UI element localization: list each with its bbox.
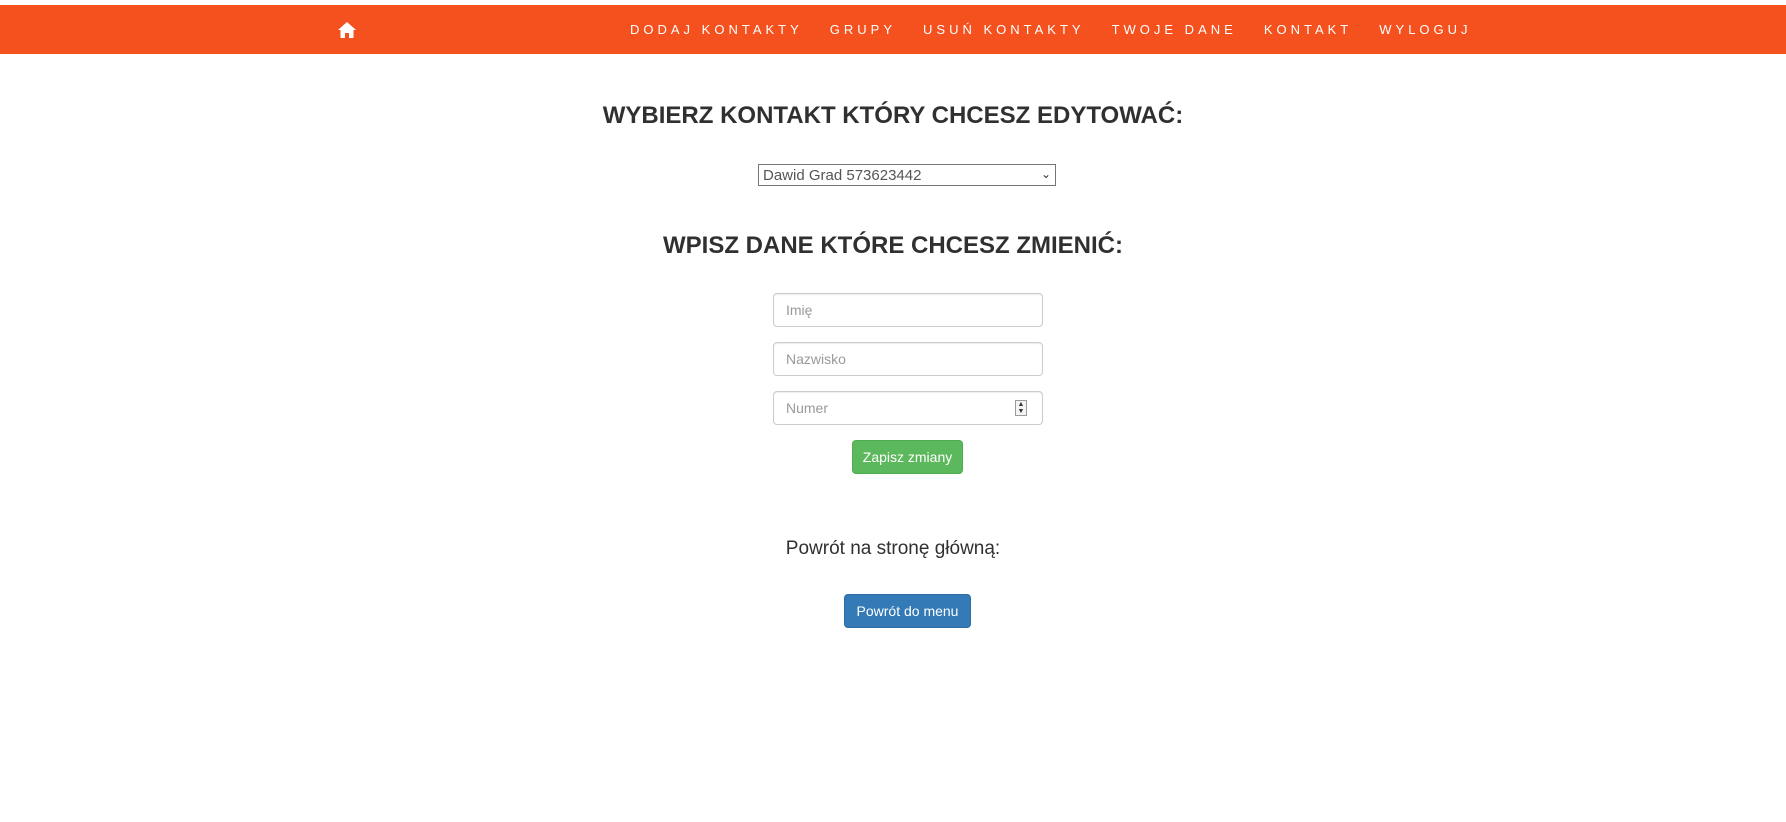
number-field[interactable] [773, 391, 1043, 425]
nav-item-grupy[interactable]: Grupy [830, 22, 896, 37]
contact-select[interactable]: Dawid Grad 573623442 ⌄ [758, 164, 1056, 186]
navbar: Dodaj kontakty Grupy Usuń kontakty Twoje… [0, 5, 1786, 54]
last-name-field[interactable] [773, 342, 1043, 376]
stepper-up-icon[interactable]: ▲ [1018, 401, 1025, 408]
nav-item-usun-kontakty[interactable]: Usuń kontakty [923, 22, 1085, 37]
nav-item-twoje-dane[interactable]: Twoje dane [1112, 22, 1237, 37]
number-stepper[interactable]: ▲ ▼ [1015, 400, 1027, 416]
back-to-home-label: Powrót na stronę główną: [785, 538, 1001, 559]
nav-menu: Dodaj kontakty Grupy Usuń kontakty Twoje… [630, 5, 1472, 54]
home-icon [338, 22, 356, 38]
select-contact-title: WYBIERZ KONTAKT KTÓRY CHCESZ EDYTOWAĆ: [602, 102, 1184, 129]
contact-select-value: Dawid Grad 573623442 [763, 166, 922, 184]
chevron-down-icon: ⌄ [1040, 167, 1051, 181]
nav-item-dodaj-kontakty[interactable]: Dodaj kontakty [630, 22, 803, 37]
stepper-down-icon[interactable]: ▼ [1018, 408, 1025, 415]
nav-item-kontakt[interactable]: Kontakt [1264, 22, 1352, 37]
home-link[interactable] [335, 18, 359, 42]
back-to-menu-button[interactable]: Powrót do menu [844, 594, 971, 628]
nav-item-wyloguj[interactable]: Wyloguj [1379, 22, 1471, 37]
save-changes-button[interactable]: Zapisz zmiany [852, 440, 963, 474]
first-name-field[interactable] [773, 293, 1043, 327]
edit-data-title: WPISZ DANE KTÓRE CHCESZ ZMIENIĆ: [663, 232, 1123, 259]
